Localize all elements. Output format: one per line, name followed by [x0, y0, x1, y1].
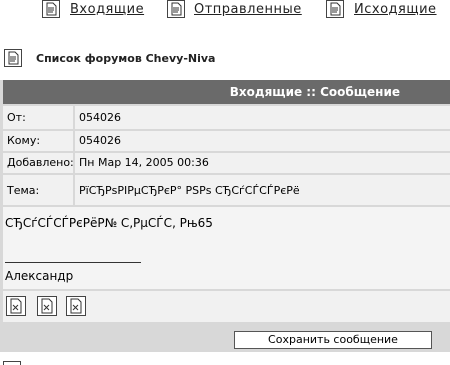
inbox-icon[interactable] — [42, 0, 60, 18]
message-text: СЂСѓСЃСЃРєРёР№ С‚РµСЃС‚ Рњ65 — [5, 216, 213, 230]
document-icon — [3, 361, 21, 365]
quote-icon[interactable] — [6, 296, 26, 316]
from-label: От: — [3, 106, 73, 129]
action-bar — [3, 291, 450, 322]
save-message-button[interactable]: Сохранить сообщение — [234, 331, 432, 349]
signature: Александр — [5, 269, 74, 283]
message-header: Входящие :: Сообщение — [3, 80, 450, 104]
edit-icon[interactable] — [37, 296, 57, 316]
date-label: Добавлено: — [3, 153, 74, 173]
signature-divider — [5, 262, 141, 263]
subject-label: Тема: — [3, 175, 73, 205]
sent-link[interactable]: Отправленные — [194, 2, 302, 17]
sent-icon[interactable] — [167, 0, 185, 18]
inbox-link[interactable]: Входящие — [70, 2, 144, 17]
to-value: 054026 — [75, 131, 450, 151]
from-value: 054026 — [75, 106, 450, 129]
outbox-icon[interactable] — [326, 0, 344, 18]
outbox-link[interactable]: Исходящие — [354, 2, 437, 17]
subject-value: РїСЂРѕРІРµСЂРєР° РЅРѕ СЂСѓСЃСЃРєРё — [75, 175, 450, 205]
forum-index-link[interactable]: Список форумов Chevy-Niva — [36, 52, 215, 65]
message-body: СЂСѓСЃСЃРєРёР№ С‚РµСЃС‚ Рњ65 Александр — [3, 207, 450, 289]
delete-icon[interactable] — [66, 296, 86, 316]
date-value: Пн Мар 14, 2005 00:36 — [75, 153, 450, 173]
forum-index-icon[interactable] — [4, 49, 22, 67]
to-label: Кому: — [3, 131, 73, 151]
